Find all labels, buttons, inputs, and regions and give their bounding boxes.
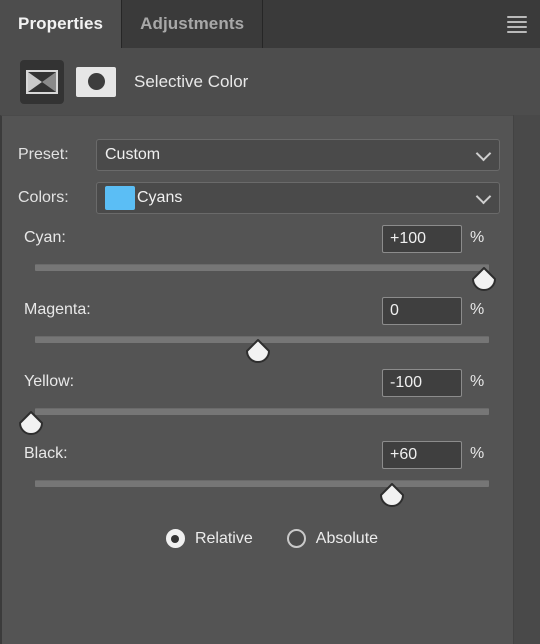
black-value-input[interactable]	[382, 441, 462, 469]
chevron-down-icon	[475, 188, 492, 205]
slider-thumb-shape	[380, 483, 404, 507]
menu-line	[507, 15, 527, 18]
chevron-down-icon	[475, 145, 492, 162]
tab-properties-label: Properties	[18, 14, 104, 33]
radio-option-absolute[interactable]: Absolute	[286, 529, 379, 548]
slider-thumb-shape	[19, 411, 43, 435]
black-unit: %	[470, 445, 485, 462]
magenta-unit: %	[470, 301, 485, 318]
tab-properties[interactable]: Properties	[0, 0, 123, 48]
preset-row: Preset: Custom	[18, 139, 508, 171]
cyan-label: Cyan:	[24, 229, 66, 246]
colors-value: Cyans	[137, 189, 183, 206]
yellow-label: Yellow:	[24, 373, 75, 390]
black-slider-track[interactable]	[35, 480, 489, 487]
magenta-value-input[interactable]	[382, 297, 462, 325]
menu-line	[507, 30, 527, 33]
radio-relative-icon[interactable]	[165, 529, 185, 548]
colors-dropdown[interactable]: Cyans	[96, 182, 500, 214]
colors-row: Colors: Cyans	[18, 182, 508, 214]
mask-shape	[87, 73, 105, 90]
black-slider-thumb[interactable]	[379, 483, 405, 508]
panel-scrollbar-gutter[interactable]	[513, 115, 540, 644]
properties-panel-body: Preset: Custom Colors: Cyans Cyan: % Mag…	[0, 115, 540, 644]
hamburger-menu-icon[interactable]	[504, 13, 530, 35]
tab-adjustments[interactable]: Adjustments	[122, 0, 264, 48]
magenta-label: Magenta:	[24, 301, 91, 318]
method-radio-group: Relative Absolute	[2, 529, 540, 548]
yellow-slider-thumb[interactable]	[18, 411, 44, 436]
cyan-slider-thumb[interactable]	[471, 267, 497, 292]
magenta-slider-thumb[interactable]	[245, 339, 271, 364]
page-title: Selective Color	[134, 71, 249, 91]
tab-bar-filler	[263, 0, 540, 48]
radio-option-relative[interactable]: Relative	[165, 529, 253, 548]
panel-tab-bar: Properties Adjustments	[0, 0, 540, 48]
cyan-value-input[interactable]	[382, 225, 462, 253]
adjustment-header: Selective Color	[0, 48, 540, 115]
black-label: Black:	[24, 445, 68, 462]
preset-label: Preset:	[18, 146, 69, 163]
slider-thumb-shape	[472, 267, 496, 291]
yellow-unit: %	[470, 373, 485, 390]
cyan-unit: %	[470, 229, 485, 246]
tab-adjustments-label: Adjustments	[140, 14, 245, 33]
radio-relative-label: Relative	[194, 529, 253, 547]
radio-absolute-label: Absolute	[315, 529, 379, 547]
slider-thumb-shape	[246, 339, 270, 363]
menu-line	[507, 20, 527, 23]
color-swatch	[105, 186, 135, 210]
yellow-value-input[interactable]	[382, 369, 462, 397]
layer-mask-thumbnail-icon[interactable]	[76, 66, 116, 97]
colors-label: Colors:	[18, 189, 69, 206]
radio-absolute-icon[interactable]	[286, 529, 306, 548]
cyan-slider-track[interactable]	[35, 264, 489, 271]
selective-color-glyph	[26, 69, 58, 94]
selective-color-icon[interactable]	[20, 59, 64, 104]
yellow-slider-track[interactable]	[35, 408, 489, 415]
preset-value: Custom	[105, 146, 161, 163]
menu-line	[507, 25, 527, 28]
preset-dropdown[interactable]: Custom	[96, 139, 500, 171]
